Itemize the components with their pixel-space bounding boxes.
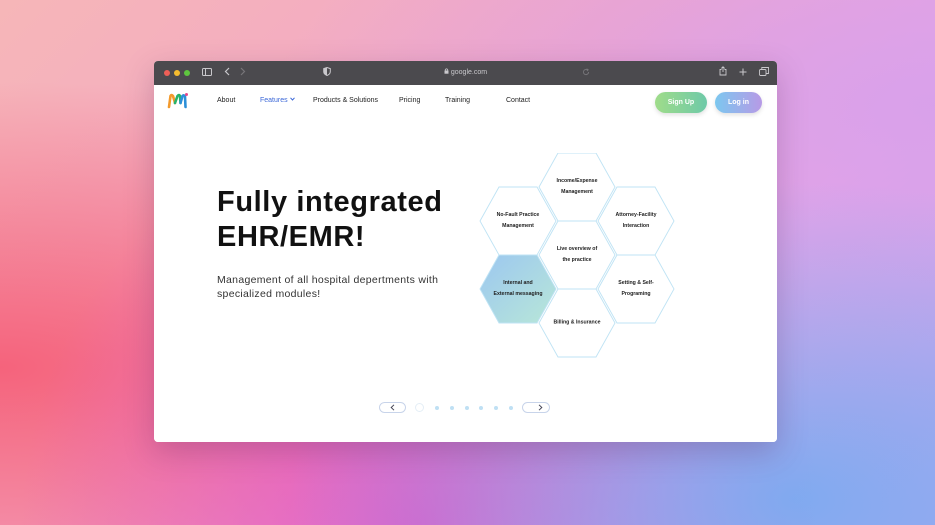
sign-up-button[interactable]: Sign Up [655,92,707,113]
hex-label-line: Billing & Insurance [553,319,601,326]
hex-label-no-fault: No-Fault Practice Management [481,210,555,232]
hex-label-line: Setting & Self- [618,280,654,286]
hex-label-setting-self-programing: Setting & Self- Programing [599,278,673,300]
nav-products-solutions[interactable]: Products & Solutions [313,96,378,106]
page-content: About Features Products & Solutions Pric… [154,85,777,442]
forward-icon[interactable] [238,66,248,80]
hex-label-line: Programing [621,291,651,297]
hex-label-attorney-facility: Attorney-Facility Interaction [599,210,673,232]
sidebar-icon[interactable] [201,66,213,80]
lock-icon [444,68,451,76]
nav-contact[interactable]: Contact [506,96,530,106]
hex-label-line: Live overview of [556,246,598,252]
hero-title-line2: EHR/EMR! [217,221,366,253]
carousel-dot[interactable] [450,406,454,410]
back-icon[interactable] [222,66,232,80]
carousel-dot[interactable] [435,406,439,410]
hex-label-line: Interaction [622,223,650,229]
tabs-overview-icon[interactable] [758,66,769,80]
log-in-button[interactable]: Log in [715,92,762,113]
hex-label-income-expense: Income/Expense Management [540,176,614,198]
chevron-right-icon [538,404,543,411]
carousel-prev-button[interactable] [379,402,406,413]
nav-about[interactable]: About [217,96,235,106]
hex-label-line: Attorney-Facility [615,212,657,218]
hex-label-line: Management [502,223,534,229]
chevron-down-icon [289,97,295,101]
hex-label-line: External messaging [493,291,543,297]
carousel-next-button[interactable] [522,402,550,413]
reload-icon[interactable] [581,66,591,80]
hex-label-line: Income/Expense [556,178,598,184]
hero-subtitle: Management of all hospital depertments w… [217,274,439,300]
hex-label-billing-insurance: Billing & Insurance [540,318,614,329]
minimize-window-button[interactable] [174,70,180,76]
browser-titlebar: google.com [154,61,777,85]
hex-label-internal-external: Internal and External messaging [481,278,555,300]
carousel-dot[interactable] [494,406,498,410]
carousel-dot[interactable] [479,406,483,410]
hex-label-live-overview: Live overview of the practice [540,244,614,266]
plus-icon[interactable] [738,66,748,80]
hex-label-line: Management [561,189,593,195]
close-window-button[interactable] [164,70,170,76]
hex-label-line: the practice [562,257,592,263]
share-icon[interactable] [718,66,728,80]
modules-hex-grid: Income/Expense Management No-Fault Pract… [474,153,684,365]
hero-title: Fully integrated EHR/EMR! [217,185,443,255]
hex-label-line: Internal and [503,280,533,286]
shield-icon[interactable] [322,66,332,80]
nav-features[interactable]: Features [260,96,295,106]
logo-m-icon[interactable] [167,92,189,110]
address-bar[interactable]: google.com [384,66,547,80]
carousel-dot-active[interactable] [415,403,424,412]
nav-pricing[interactable]: Pricing [399,96,420,106]
carousel-dot[interactable] [465,406,469,410]
zoom-window-button[interactable] [184,70,190,76]
nav-training[interactable]: Training [445,96,470,106]
hex-label-line: No-Fault Practice [496,212,540,218]
browser-window: google.com About Features Products & Sol… [154,61,777,442]
carousel-dot[interactable] [509,406,513,410]
nav-features-label: Features [260,97,288,104]
chevron-left-icon [390,404,395,411]
address-url: google.com [450,69,488,76]
hero-title-line1: Fully integrated [217,186,443,218]
